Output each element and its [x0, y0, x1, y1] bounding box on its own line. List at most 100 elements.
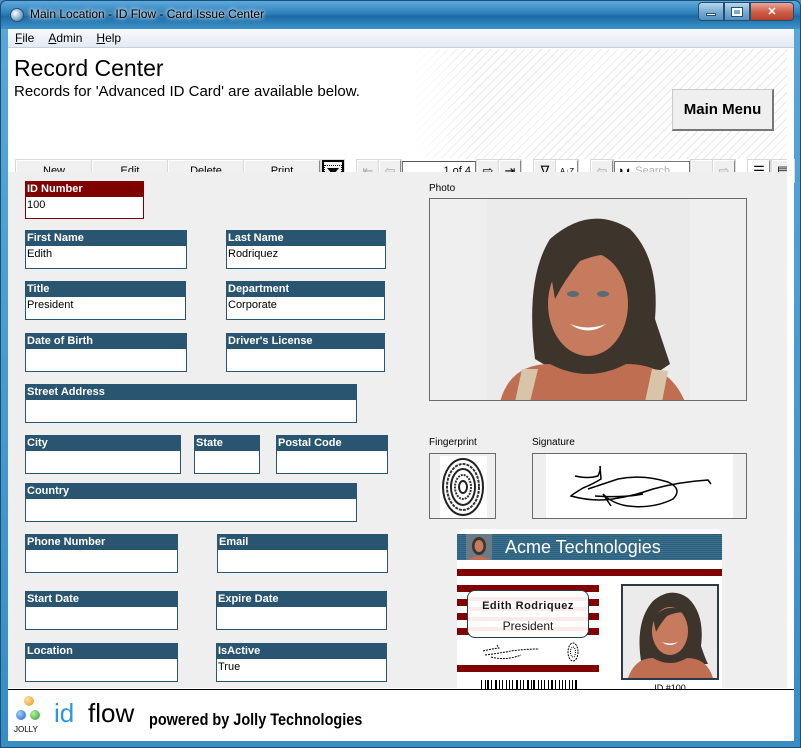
first-name-field[interactable]: First Name Edith	[25, 230, 187, 269]
footer: JOLLY id flow powered by Jolly Technolog…	[8, 689, 794, 741]
street-address-field[interactable]: Street Address	[25, 384, 357, 423]
last-name-field[interactable]: Last Name Rodriquez	[226, 230, 386, 269]
app-icon	[10, 8, 24, 22]
card-company-name: Acme Technologies	[505, 537, 661, 557]
is-active-field[interactable]: IsActive True	[216, 643, 387, 682]
email-label: Email	[218, 535, 387, 550]
fingerprint-image	[440, 456, 487, 518]
country-label: Country	[26, 484, 356, 499]
postal-code-field[interactable]: Postal Code	[276, 435, 388, 474]
right-panel-border	[787, 49, 794, 689]
is-active-value[interactable]: True	[217, 659, 386, 679]
maximize-icon	[731, 6, 743, 17]
expire-date-label: Expire Date	[217, 592, 386, 607]
state-label: State	[195, 436, 259, 451]
phone-number-field[interactable]: Phone Number	[25, 534, 178, 573]
menu-bar: File Admin Help	[8, 29, 794, 48]
location-field[interactable]: Location	[25, 643, 178, 682]
city-value[interactable]	[26, 451, 180, 471]
main-menu-button[interactable]: Main Menu	[672, 89, 774, 131]
menu-help[interactable]: Help	[89, 31, 128, 45]
expire-date-field[interactable]: Expire Date	[216, 591, 387, 630]
brand-flow-text: flow	[88, 698, 135, 728]
portrait-photo	[487, 199, 690, 400]
date-of-birth-value[interactable]	[26, 349, 186, 369]
card-signature	[482, 644, 540, 660]
department-value[interactable]: Corporate	[227, 297, 384, 317]
minimize-button[interactable]	[698, 2, 724, 21]
phone-number-value[interactable]	[26, 550, 177, 570]
card-stripe	[457, 665, 599, 672]
menu-file[interactable]: File	[8, 31, 41, 45]
fingerprint-label: Fingerprint	[429, 437, 477, 448]
page-header: Record Center Records for 'Advanced ID C…	[8, 49, 795, 183]
signature-box[interactable]	[532, 453, 747, 519]
close-icon: ✕	[767, 6, 777, 18]
title-value[interactable]: President	[26, 297, 185, 317]
last-name-value[interactable]: Rodriquez	[227, 246, 385, 266]
window-title: Main Location - ID Flow - Card Issue Cen…	[30, 7, 265, 21]
last-name-label: Last Name	[227, 231, 385, 246]
start-date-label: Start Date	[26, 592, 177, 607]
is-active-label: IsActive	[217, 644, 386, 659]
date-of-birth-label: Date of Birth	[26, 334, 186, 349]
date-of-birth-field[interactable]: Date of Birth	[25, 333, 187, 372]
card-stripe	[457, 569, 722, 576]
id-number-value[interactable]: 100	[26, 197, 143, 217]
start-date-field[interactable]: Start Date	[25, 591, 178, 630]
title-field[interactable]: Title President	[25, 281, 186, 320]
email-value[interactable]	[218, 550, 387, 570]
email-field[interactable]: Email	[217, 534, 388, 573]
client-area: File Admin Help Record Center Records fo…	[8, 29, 795, 741]
jolly-logo: JOLLY	[12, 694, 42, 738]
id-number-label: ID Number	[26, 182, 143, 197]
phone-number-label: Phone Number	[26, 535, 177, 550]
drivers-license-field[interactable]: Driver's License	[226, 333, 385, 372]
first-name-value[interactable]: Edith	[26, 246, 186, 266]
country-field[interactable]: Country	[25, 483, 357, 522]
id-number-field[interactable]: ID Number 100	[25, 181, 144, 219]
card-header: Acme Technologies	[457, 534, 722, 560]
menu-admin[interactable]: Admin	[41, 31, 89, 45]
drivers-license-value[interactable]	[227, 349, 384, 369]
drivers-license-label: Driver's License	[227, 334, 384, 349]
logo-text: JOLLY	[14, 725, 38, 734]
photo-label: Photo	[429, 183, 456, 194]
id-card-preview[interactable]: Acme Technologies Edith Rodriquez Presid…	[457, 529, 722, 695]
state-value[interactable]	[195, 451, 259, 471]
card-photo	[621, 584, 719, 680]
card-name-box: Edith Rodriquez President	[467, 590, 589, 638]
card-holder-name: Edith Rodriquez	[482, 600, 574, 612]
card-fingerprint	[567, 642, 579, 662]
location-label: Location	[26, 644, 177, 659]
street-address-value[interactable]	[26, 400, 356, 420]
city-field[interactable]: City	[25, 435, 181, 474]
signature-label: Signature	[532, 437, 575, 448]
close-button[interactable]: ✕	[750, 2, 794, 21]
department-field[interactable]: Department Corporate	[226, 281, 385, 320]
location-value[interactable]	[26, 659, 177, 679]
page-title: Record Center	[14, 55, 164, 81]
brand-id-text: id	[54, 698, 75, 728]
state-field[interactable]: State	[194, 435, 260, 474]
department-label: Department	[227, 282, 384, 297]
first-name-label: First Name	[26, 231, 186, 246]
title-label: Title	[26, 282, 185, 297]
signature-image	[546, 454, 733, 518]
card-header-photo	[466, 534, 492, 560]
city-label: City	[26, 436, 180, 451]
photo-box[interactable]	[429, 198, 747, 401]
card-holder-title: President	[502, 619, 554, 633]
postal-code-label: Postal Code	[277, 436, 387, 451]
fingerprint-box[interactable]	[429, 453, 496, 519]
postal-code-value[interactable]	[277, 451, 387, 471]
page-subtitle: Records for 'Advanced ID Card' are avail…	[14, 83, 360, 100]
country-value[interactable]	[26, 499, 356, 519]
title-bar[interactable]: Main Location - ID Flow - Card Issue Cen…	[1, 1, 800, 29]
record-form: ID Number 100 First Name Edith Last Name…	[8, 172, 787, 712]
maximize-button[interactable]	[724, 2, 750, 21]
start-date-value[interactable]	[26, 607, 177, 627]
minimize-icon	[706, 13, 716, 16]
street-address-label: Street Address	[26, 385, 356, 400]
expire-date-value[interactable]	[217, 607, 386, 627]
